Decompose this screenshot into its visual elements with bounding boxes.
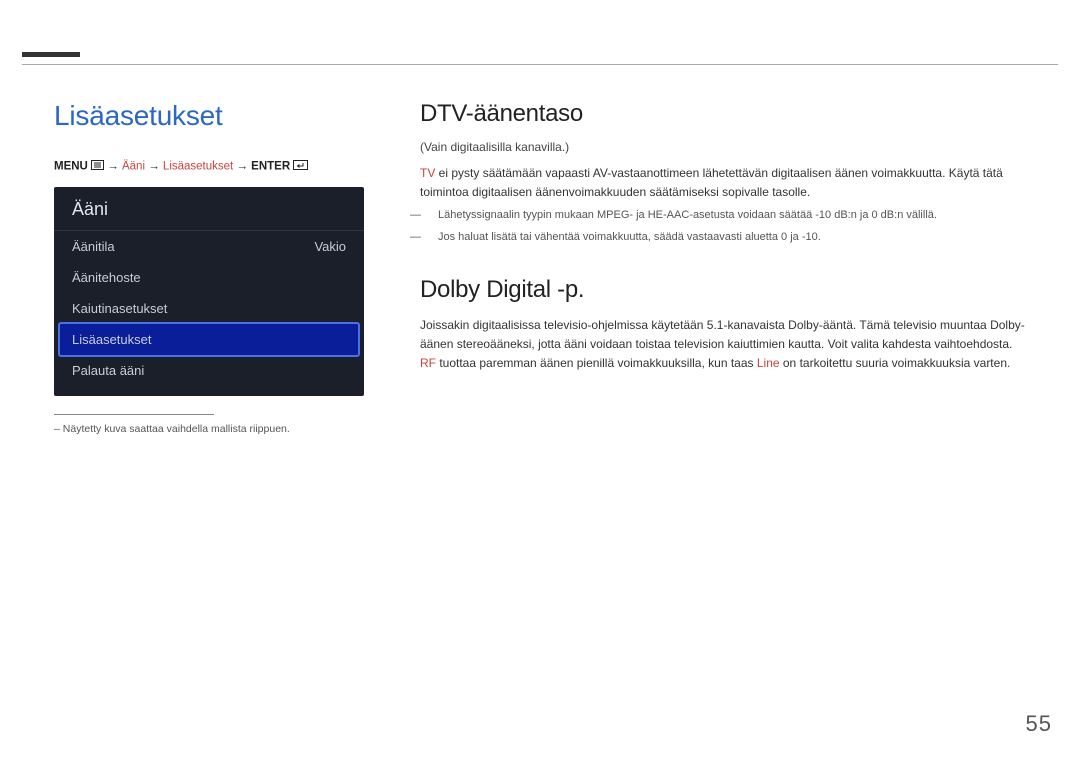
sound-menu-items: Äänitila Vakio Äänitehoste Kaiutinasetukset… (54, 231, 364, 386)
sound-menu-panel: Ääni Äänitila Vakio Äänitehoste Kaiutinaset… (54, 187, 364, 396)
left-column: Lisäasetukset MENU → Ääni → Lisäasetukse… (54, 100, 364, 435)
menu-item[interactable]: Äänitehoste (54, 262, 364, 293)
right-column: DTV-äänentaso (Vain digitaalisilla kanav… (420, 100, 1026, 435)
page-number: 55 (1026, 711, 1052, 737)
breadcrumb-menu-label: MENU (54, 161, 88, 173)
menu-item[interactable]: Palauta ääni (54, 355, 364, 386)
dtv-body-text: TV ei pysty säätämään vapaasti AV-vastaa… (420, 164, 1026, 201)
header-accent-bar (22, 52, 80, 57)
breadcrumb-arrow: → (107, 161, 119, 173)
breadcrumb: MENU → Ääni → Lisäasetukset → ENTER (54, 160, 364, 173)
sound-menu-title: Ääni (54, 187, 364, 231)
tv-label: TV (420, 166, 435, 180)
enter-icon (293, 160, 308, 173)
dolby-body-b: tuottaa paremman äänen pienillä voimakku… (436, 356, 757, 370)
footnote-dash: – (54, 423, 60, 435)
footnote-text: Näytetty kuva saattaa vaihdella mallista… (63, 423, 290, 435)
heading-dolby-digital: Dolby Digital -p. (420, 276, 1026, 304)
breadcrumb-lisaasetukset: Lisäasetukset (163, 161, 233, 173)
page-content: Lisäasetukset MENU → Ääni → Lisäasetukse… (54, 100, 1026, 435)
line-label: Line (757, 356, 780, 370)
menu-item[interactable]: Lisäasetukset (60, 324, 358, 355)
menu-item-label: Lisäasetukset (72, 332, 152, 347)
breadcrumb-aani: Ääni (122, 161, 145, 173)
dolby-body-a: Joissakin digitaalisissa televisio-ohjel… (420, 318, 1025, 351)
menu-item-label: Palauta ääni (72, 363, 144, 378)
rf-label: RF (420, 356, 436, 370)
header-divider (22, 64, 1058, 65)
heading-dtv-audio-level: DTV-äänentaso (420, 100, 1026, 128)
dtv-digital-only-note: (Vain digitaalisilla kanavilla.) (420, 140, 1026, 154)
menu-item-label: Kaiutinasetukset (72, 301, 167, 316)
page-title: Lisäasetukset (54, 100, 364, 132)
menu-item-value: Vakio (314, 239, 346, 254)
dtv-note-2: ―Jos haluat lisätä tai vähentää voimakku… (420, 229, 1026, 247)
breadcrumb-enter-label: ENTER (251, 161, 290, 173)
breadcrumb-arrow: → (148, 161, 160, 173)
menu-item[interactable]: Äänitila Vakio (54, 231, 364, 262)
dolby-body-c: on tarkoitettu suuria voimakkuuksia vart… (780, 356, 1011, 370)
menu-item-label: Äänitila (72, 239, 115, 254)
dtv-note-1: ―Lähetyssignaalin tyypin mukaan MPEG- ja… (420, 207, 1026, 225)
dtv-body-rest: ei pysty säätämään vapaasti AV-vastaanot… (420, 166, 1003, 199)
menu-item[interactable]: Kaiutinasetukset (54, 293, 364, 324)
footnote-divider (54, 414, 214, 415)
menu-icon (91, 160, 104, 173)
dolby-body-text: Joissakin digitaalisissa televisio-ohjel… (420, 316, 1026, 372)
menu-item-label: Äänitehoste (72, 270, 141, 285)
left-footnote: – Näytetty kuva saattaa vaihdella mallis… (54, 423, 364, 435)
breadcrumb-arrow: → (236, 161, 248, 173)
